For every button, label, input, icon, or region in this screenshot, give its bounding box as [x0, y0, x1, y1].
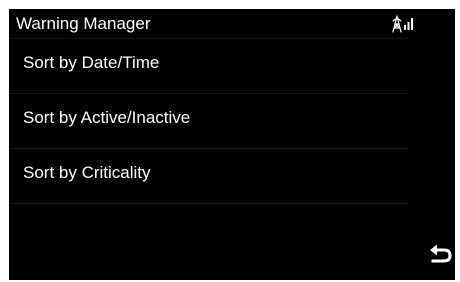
menu-item-sort-by-criticality[interactable]: Sort by Criticality: [9, 149, 409, 204]
menu-item-sort-by-active-inactive[interactable]: Sort by Active/Inactive: [9, 94, 409, 149]
menu-item-label: Sort by Date/Time: [23, 53, 160, 72]
menu-item-label: Sort by Criticality: [23, 163, 151, 182]
back-arrow-icon: [428, 241, 454, 267]
menu-item-sort-by-date-time[interactable]: Sort by Date/Time: [9, 38, 409, 94]
back-button[interactable]: [428, 241, 454, 267]
sort-options-list: Sort by Date/Time Sort by Active/Inactiv…: [9, 38, 409, 204]
header-bar: Warning Manager: [9, 9, 455, 39]
menu-item-label: Sort by Active/Inactive: [23, 108, 191, 127]
warning-manager-screen: Warning Manager Sort by Date/Time Sort b…: [9, 9, 455, 280]
antenna-signal-icon: [390, 13, 416, 35]
page-title: Warning Manager: [16, 14, 151, 33]
